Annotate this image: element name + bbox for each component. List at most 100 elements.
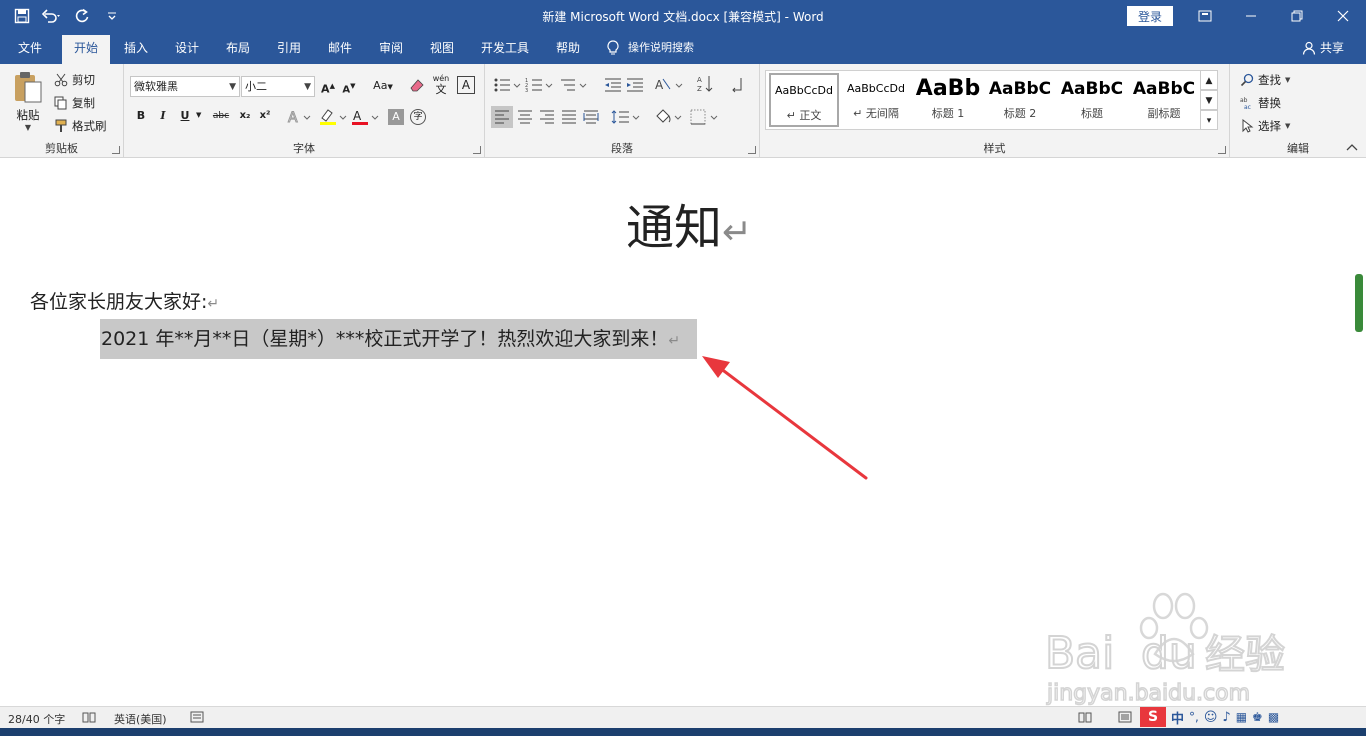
enclose-characters-button[interactable]: A — [457, 76, 475, 94]
cut-button[interactable]: 剪切 — [54, 70, 95, 90]
macro-recording-icon[interactable] — [190, 711, 204, 726]
character-shading-button[interactable]: A — [388, 109, 404, 125]
ime-mode-indicator[interactable]: 中 — [1171, 708, 1184, 727]
tab-layout[interactable]: 布局 — [216, 32, 260, 64]
change-case-button[interactable]: Aa▼ — [368, 76, 398, 96]
tab-view[interactable]: 视图 — [420, 32, 464, 64]
style-subtitle[interactable]: AaBbC 副标题 — [1129, 73, 1199, 127]
tab-review[interactable]: 审阅 — [369, 32, 413, 64]
style-no-spacing[interactable]: AaBbCcDd ↵ 无间隔 — [841, 73, 911, 127]
underline-dropdown-icon[interactable]: ▼ — [196, 111, 201, 119]
restore-button[interactable] — [1274, 0, 1320, 32]
align-left-button[interactable] — [491, 106, 513, 128]
ribbon-display-options-button[interactable] — [1182, 0, 1228, 32]
copy-label: 复制 — [72, 96, 95, 110]
tab-home[interactable]: 开始 — [62, 35, 110, 64]
strikethrough-button[interactable]: abc — [208, 106, 234, 126]
clear-formatting-button[interactable] — [408, 76, 428, 96]
tab-references[interactable]: 引用 — [267, 32, 311, 64]
tab-help[interactable]: 帮助 — [546, 32, 590, 64]
toolbox-icon[interactable]: ▩ — [1268, 710, 1279, 724]
styles-scroll-up-button[interactable]: ▲ — [1200, 70, 1218, 90]
selected-paragraph[interactable]: 2021 年**月**日（星期*）***校正式开学了！热烈欢迎大家到来！↵ — [100, 319, 697, 359]
select-button[interactable]: 选择 ▼ — [1240, 116, 1290, 136]
paste-dropdown-icon[interactable]: ▼ — [8, 123, 48, 132]
highlight-color-button[interactable] — [318, 108, 348, 126]
sogou-logo-icon[interactable]: S — [1140, 707, 1166, 727]
shading-button[interactable] — [653, 108, 683, 129]
justify-button[interactable] — [561, 109, 577, 128]
minimize-button[interactable] — [1228, 0, 1274, 32]
distributed-button[interactable] — [583, 109, 599, 128]
align-center-button[interactable] — [517, 109, 533, 128]
justify-icon — [562, 110, 576, 124]
paragraph-dialog-launcher[interactable] — [748, 146, 756, 154]
tab-file[interactable]: 文件 — [8, 32, 52, 64]
increase-indent-button[interactable] — [625, 76, 645, 97]
numbering-button[interactable]: 123 — [525, 76, 555, 97]
collapse-ribbon-button[interactable] — [1346, 143, 1358, 154]
replace-button[interactable]: ab ac 替换 — [1240, 93, 1281, 113]
font-size-combo[interactable]: 小二 ▼ — [241, 76, 315, 97]
find-button[interactable]: 查找 ▼ — [1240, 70, 1290, 90]
print-layout-button[interactable] — [1118, 711, 1132, 726]
copy-button[interactable]: 复制 — [54, 93, 95, 113]
share-button[interactable]: 共享 — [1302, 32, 1344, 64]
tell-me-search[interactable]: 操作说明搜索 — [606, 32, 712, 64]
proofing-icon[interactable] — [82, 711, 96, 726]
subscript-button[interactable]: x₂ — [236, 106, 254, 126]
underline-button[interactable]: U — [176, 106, 194, 126]
find-label: 查找 — [1258, 73, 1281, 87]
vertical-scrollbar-thumb[interactable] — [1355, 274, 1363, 332]
punctuation-icon[interactable]: °, — [1189, 710, 1199, 724]
keyboard-icon[interactable]: ▦ — [1236, 710, 1247, 724]
tab-developer[interactable]: 开发工具 — [474, 32, 536, 64]
restore-icon — [1291, 10, 1303, 22]
phonetic-guide-button[interactable]: wén 文 — [430, 74, 452, 96]
microphone-icon[interactable]: ♪ — [1222, 710, 1230, 725]
style-title[interactable]: AaBbC 标题 — [1057, 73, 1127, 127]
styles-scroll-down-button[interactable]: ▼ — [1200, 90, 1218, 110]
tab-mailings[interactable]: 邮件 — [318, 32, 362, 64]
styles-dialog-launcher[interactable] — [1218, 146, 1226, 154]
shrink-font-button[interactable]: A▼ — [340, 76, 358, 96]
line-spacing-button[interactable] — [611, 108, 641, 129]
enclosed-characters-button[interactable]: 字 — [410, 109, 426, 125]
document-heading[interactable]: 通知↵ — [626, 198, 752, 263]
replace-icon: abac — [1240, 97, 1251, 110]
chinese-layout-button[interactable]: A — [655, 76, 685, 97]
bullets-button[interactable] — [493, 76, 523, 97]
show-hide-marks-button[interactable] — [729, 76, 745, 97]
tab-design[interactable]: 设计 — [165, 32, 209, 64]
skin-icon[interactable]: ♚ — [1252, 710, 1263, 724]
italic-button[interactable]: I — [154, 106, 172, 126]
font-color-button[interactable]: A — [350, 108, 380, 126]
tab-insert[interactable]: 插入 — [114, 32, 158, 64]
font-name-combo[interactable]: 微软雅黑 ▼ — [130, 76, 240, 97]
word-count[interactable]: 28/40 个字 — [8, 711, 65, 727]
text-effects-button[interactable]: A — [286, 108, 316, 127]
login-button[interactable]: 登录 — [1127, 6, 1173, 26]
document-canvas[interactable]: 通知↵ 各位家长朋友大家好:↵ 2021 年**月**日（星期*）***校正式开… — [0, 158, 1366, 707]
clipboard-dialog-launcher[interactable] — [112, 146, 120, 154]
greeting-line[interactable]: 各位家长朋友大家好:↵ — [30, 287, 219, 314]
paste-button[interactable]: 粘贴 ▼ — [8, 70, 48, 140]
borders-button[interactable] — [689, 108, 719, 129]
style-heading-2[interactable]: AaBbC 标题 2 — [985, 73, 1055, 127]
font-dialog-launcher[interactable] — [473, 146, 481, 154]
bold-button[interactable]: B — [132, 106, 150, 126]
style-normal[interactable]: AaBbCcDd ↵ 正文 — [769, 73, 839, 127]
read-mode-button[interactable] — [1078, 711, 1092, 726]
styles-more-button[interactable]: ▾ — [1200, 110, 1218, 130]
grow-font-button[interactable]: A▲ — [319, 76, 337, 96]
superscript-button[interactable]: x² — [256, 106, 274, 126]
align-right-button[interactable] — [539, 109, 555, 128]
sort-button[interactable]: AZ — [697, 74, 715, 97]
close-button[interactable] — [1320, 0, 1366, 32]
language-indicator[interactable]: 英语(美国) — [114, 711, 167, 727]
multilevel-list-button[interactable] — [559, 76, 589, 97]
emoji-icon[interactable]: ☺ — [1204, 710, 1218, 725]
style-heading-1[interactable]: AaBb 标题 1 — [913, 73, 983, 127]
decrease-indent-button[interactable] — [603, 76, 623, 97]
format-painter-button[interactable]: 格式刷 — [54, 116, 107, 136]
